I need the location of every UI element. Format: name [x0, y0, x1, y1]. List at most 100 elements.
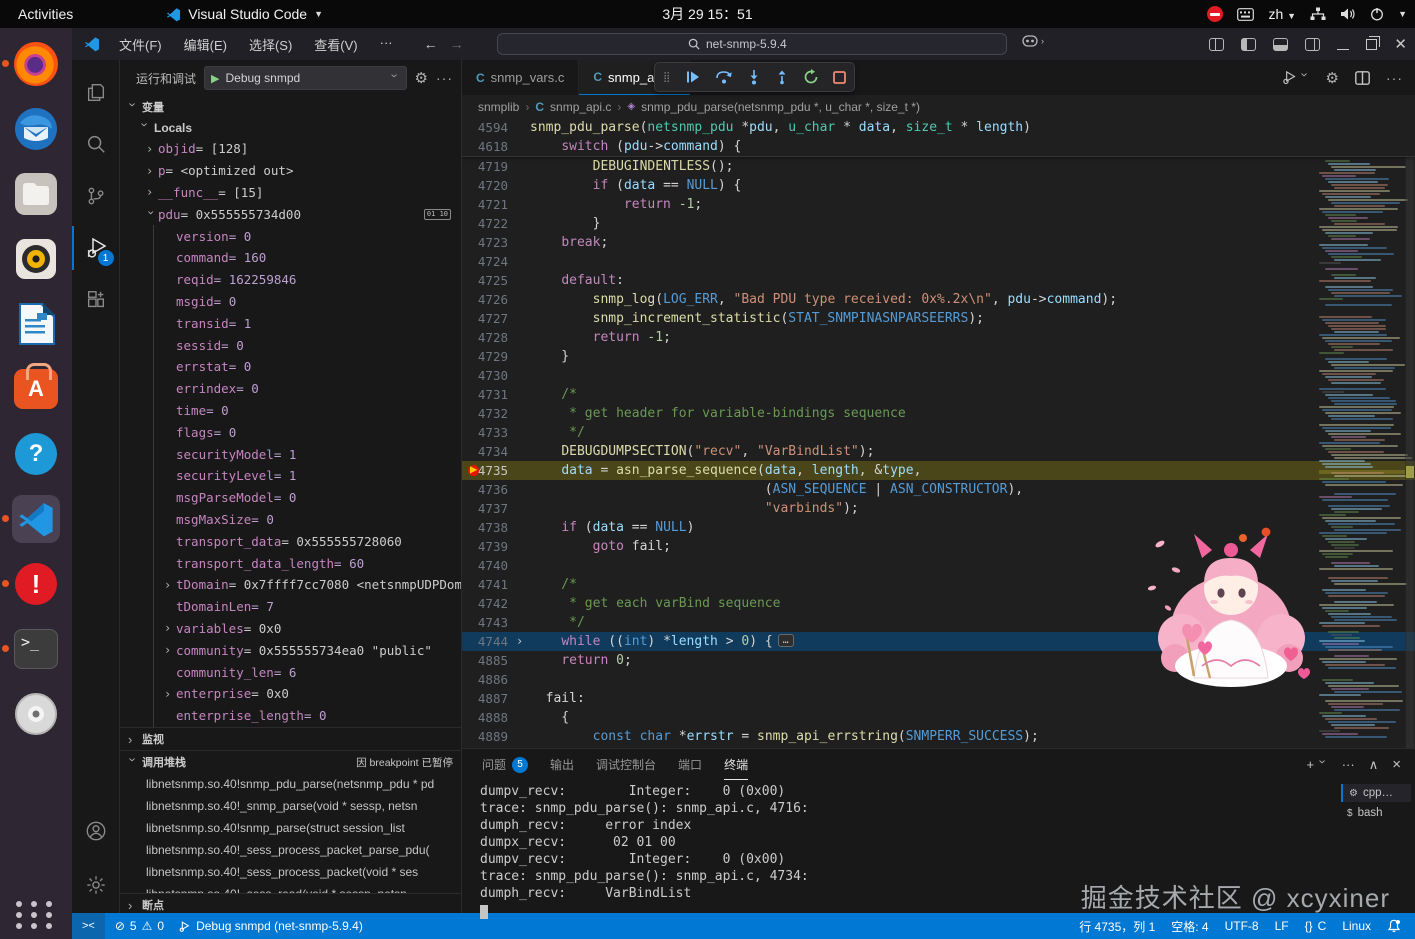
language-mode[interactable]: {}C [1305, 919, 1327, 933]
variable-row-version[interactable]: version = 0 [153, 225, 461, 247]
line-number[interactable]: 4734 [462, 444, 514, 459]
code-line-4736[interactable]: 4736 (ASN_SEQUENCE | ASN_CONSTRUCTOR), [462, 480, 1415, 499]
encoding[interactable]: UTF-8 [1225, 919, 1259, 933]
notifications-bell-icon[interactable] [1387, 919, 1401, 933]
code-line-4727[interactable]: 4727 snmp_increment_statistic(STAT_SNMPI… [462, 309, 1415, 328]
run-and-debug-icon[interactable]: 1 [72, 226, 120, 270]
nav-forward-button[interactable]: → [450, 36, 464, 52]
stack-frame[interactable]: libnetsnmp.so.40!_sess_process_packet(vo… [120, 861, 461, 883]
run-or-debug-button[interactable]: › [1281, 69, 1310, 86]
dock-thunderbird-icon[interactable] [12, 105, 60, 153]
step-into-button[interactable] [747, 69, 761, 85]
variable-row-pdu[interactable]: ›pdu = 0x555555734d0001 10 [120, 203, 461, 225]
gutter[interactable] [514, 594, 530, 613]
gutter[interactable] [514, 385, 530, 404]
terminal-cursor[interactable] [480, 905, 488, 919]
code-line-4730[interactable]: 4730 [462, 366, 1415, 385]
variable-row-command[interactable]: command = 160 [153, 247, 461, 269]
step-out-button[interactable] [775, 69, 789, 85]
code-line-4732[interactable]: 4732 * get header for variable-bindings … [462, 404, 1415, 423]
code-line-4723[interactable]: 4723 break; [462, 233, 1415, 252]
variable-row-community[interactable]: ›community = 0x555555734ea0 "public" [153, 639, 461, 661]
variable-row-variables[interactable]: ›variables = 0x0 [153, 618, 461, 640]
terminal-instance-bash[interactable]: $bash [1341, 804, 1411, 822]
breadcrumb-symbol[interactable]: snmp_pdu_parse(netsnmp_pdu *, u_char *, … [641, 100, 920, 114]
gutter[interactable] [514, 708, 530, 727]
code-line-4729[interactable]: 4729 } [462, 347, 1415, 366]
line-number[interactable]: 4741 [462, 577, 514, 592]
variables-section-header[interactable]: › 变量 [120, 96, 461, 118]
close-panel-icon[interactable]: × [1392, 756, 1401, 773]
menu-view[interactable]: 查看(V) [305, 32, 366, 57]
line-number[interactable]: 4737 [462, 501, 514, 516]
variable-row-errindex[interactable]: errindex = 0 [153, 378, 461, 400]
debug-config-dropdown[interactable]: ▶ Debug snmpd › [204, 66, 407, 90]
gutter[interactable] [514, 499, 530, 518]
dock-terminal-icon[interactable]: >_ [12, 625, 60, 673]
breadcrumb-file[interactable]: snmp_api.c [550, 100, 611, 114]
code-line-4726[interactable]: 4726 snmp_log(LOG_ERR, "Bad PDU type rec… [462, 290, 1415, 309]
dock-help-icon[interactable]: ? [12, 430, 60, 478]
variable-row-errstat[interactable]: errstat = 0 [153, 356, 461, 378]
variable-row-securityModel[interactable]: securityModel = 1 [153, 443, 461, 465]
line-number[interactable]: 4888 [462, 710, 514, 725]
code-line-4728[interactable]: 4728 return -1; [462, 328, 1415, 347]
code-line-4737[interactable]: 4737 "varbinds"); [462, 499, 1415, 518]
stop-button[interactable] [833, 71, 846, 84]
dock-libreoffice-icon[interactable] [12, 300, 60, 348]
code-line-4720[interactable]: 4720 if (data == NULL) { [462, 176, 1415, 195]
dock-update-alert-icon[interactable]: ! [12, 560, 60, 608]
code-line-4889[interactable]: 4889 const char *errstr = snmp_api_errst… [462, 727, 1415, 746]
variable-row-tDomain[interactable]: ›tDomain = 0x7ffff7cc7080 <netsnmpUDPDom… [153, 574, 461, 596]
editor-more-actions-icon[interactable]: ··· [1386, 70, 1403, 86]
code-line-4722[interactable]: 4722 } [462, 214, 1415, 233]
variable-row-time[interactable]: time = 0 [153, 400, 461, 422]
power-icon[interactable] [1370, 7, 1384, 21]
nav-back-button[interactable]: ← [424, 36, 438, 52]
gutter[interactable] [514, 575, 530, 594]
code-line-4719[interactable]: 4719 DEBUGINDENTLESS(); [462, 157, 1415, 176]
gutter[interactable] [514, 309, 530, 328]
search-input[interactable] [706, 37, 816, 51]
gutter[interactable] [514, 423, 530, 442]
menu-selection[interactable]: 选择(S) [240, 32, 301, 57]
variable-row-objid[interactable]: ›objid = [128] [120, 138, 461, 160]
gutter[interactable] [514, 328, 530, 347]
problems-status[interactable]: ⊘5 ⚠0 [115, 919, 164, 933]
code-line-4724[interactable]: 4724 [462, 252, 1415, 271]
maximize-panel-icon[interactable]: ∧ [1369, 757, 1379, 773]
line-number[interactable]: 4738 [462, 520, 514, 535]
gutter[interactable] [514, 442, 530, 461]
variable-row-enterprise[interactable]: ›enterprise = 0x0 [153, 683, 461, 705]
line-number[interactable]: 4744 [462, 634, 514, 649]
line-number[interactable]: 4743 [462, 615, 514, 630]
chevron-icon[interactable]: › [146, 185, 156, 199]
clock[interactable]: 3月 29 15：51 [662, 4, 752, 24]
gutter[interactable] [514, 518, 530, 537]
stack-frame[interactable]: libnetsnmp.so.40!_snmp_parse(void * sess… [120, 795, 461, 817]
breadcrumb-folder[interactable]: snmplib [478, 100, 519, 114]
gutter[interactable] [514, 233, 530, 252]
menu-file[interactable]: 文件(F) [110, 32, 171, 57]
step-over-button[interactable] [715, 69, 733, 85]
stack-frame[interactable]: libnetsnmp.so.40!_sess_read(void * sessp… [120, 883, 461, 893]
stack-frame[interactable]: libnetsnmp.so.40!snmp_pdu_parse(netsnmp_… [120, 773, 461, 795]
source-control-icon[interactable] [72, 174, 120, 218]
code-line-4731[interactable]: 4731 /* [462, 385, 1415, 404]
line-number[interactable]: 4733 [462, 425, 514, 440]
line-number[interactable]: 4732 [462, 406, 514, 421]
code-line-4594[interactable]: 4594snmp_pdu_parse(netsnmp_pdu *pdu, u_c… [462, 118, 1415, 137]
line-number[interactable]: 4889 [462, 729, 514, 744]
gutter[interactable] [514, 537, 530, 556]
line-number[interactable]: 4887 [462, 691, 514, 706]
debug-session-status[interactable]: Debug snmpd (net-snmp-5.9.4) [178, 919, 363, 933]
line-number[interactable]: 4739 [462, 539, 514, 554]
remote-indicator[interactable]: >< [72, 913, 105, 939]
line-number[interactable]: 4727 [462, 311, 514, 326]
gutter[interactable]: ▶ [514, 461, 530, 480]
variable-row-msgid[interactable]: msgid = 0 [153, 291, 461, 313]
code-line-4725[interactable]: 4725 default: [462, 271, 1415, 290]
scrollbar-thumb[interactable] [1406, 118, 1414, 748]
dock-cd-icon[interactable] [12, 690, 60, 738]
dock-files-icon[interactable] [12, 170, 60, 218]
